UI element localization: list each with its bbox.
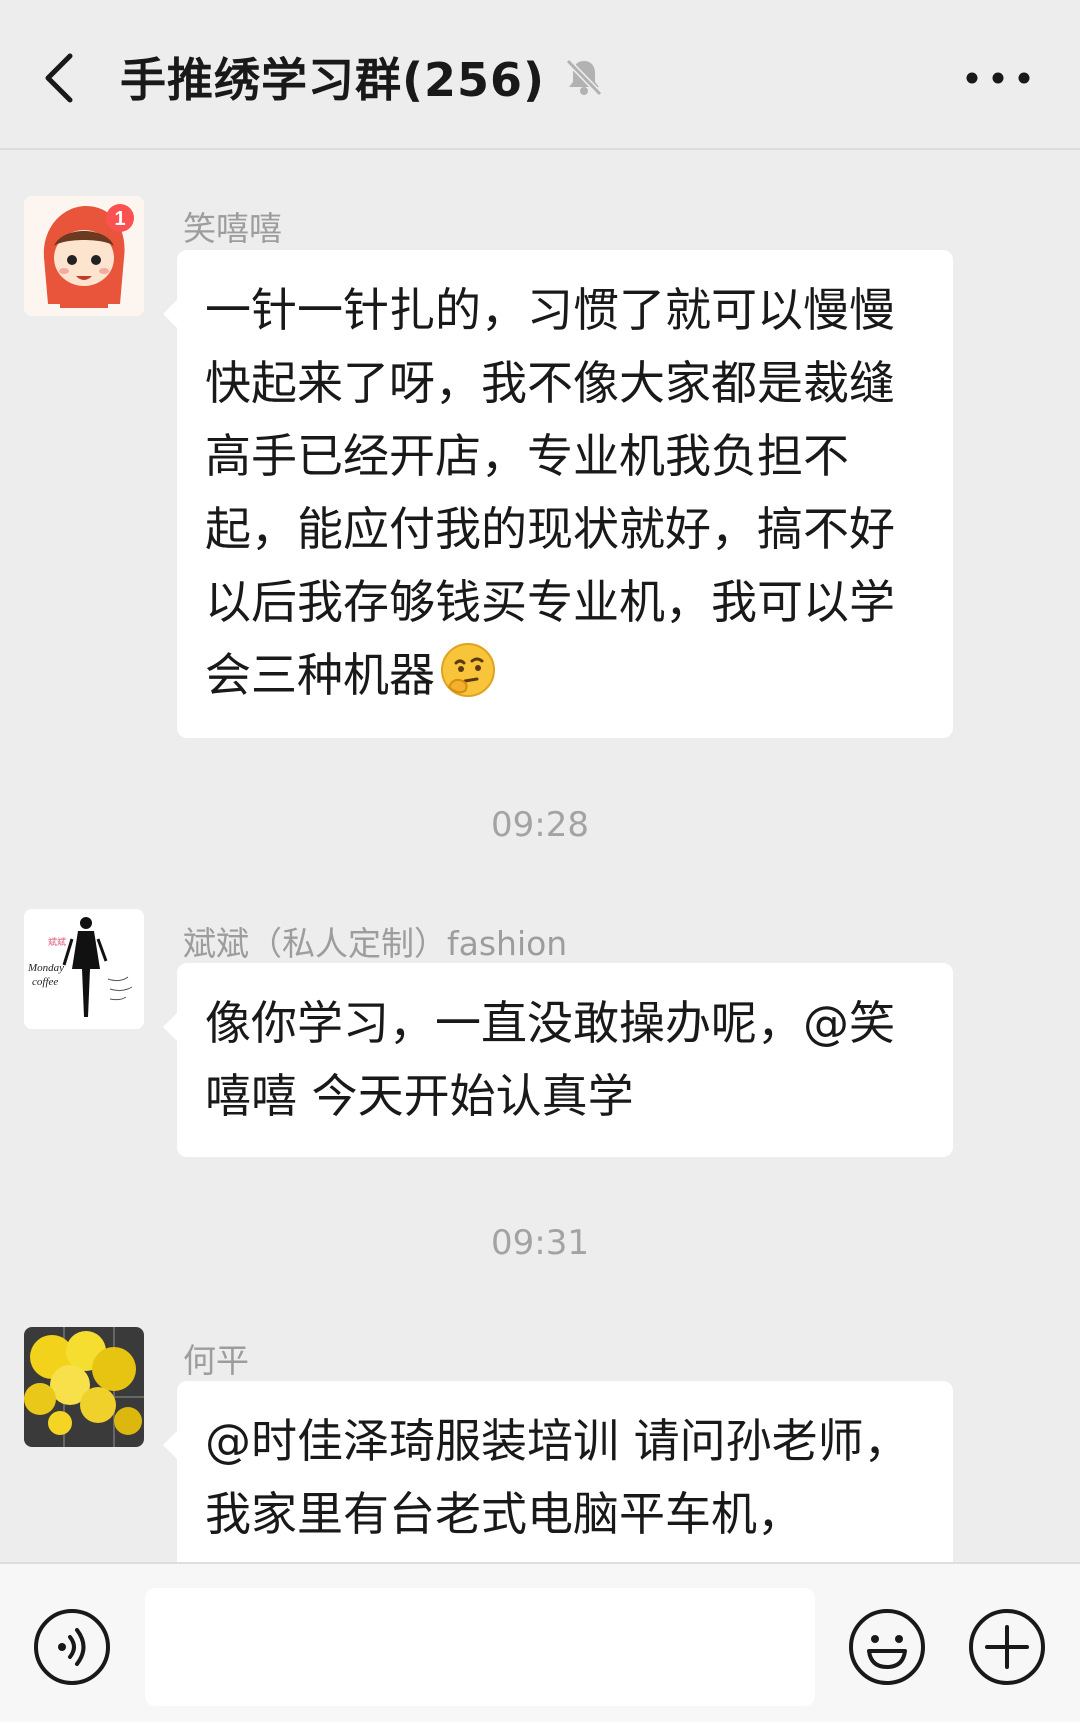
message-text: @时佳泽琦服装培训 请问孙老师，我家里有台老式电脑平车机， [205, 1414, 910, 1541]
message-timestamp: 09:31 [491, 1223, 589, 1263]
sender-name: 笑嘻嘻 [183, 209, 282, 248]
chat-header: 手推绣学习群(256) [0, 0, 1080, 150]
message-bubble[interactable]: 像你学习，一直没敢操办呢，@笑嘻嘻 今天开始认真学 [163, 963, 953, 1157]
svg-text:斌斌: 斌斌 [48, 936, 66, 947]
voice-button[interactable] [32, 1607, 112, 1687]
voice-icon [34, 1609, 110, 1685]
more-dots-icon [966, 72, 1030, 84]
unread-badge: 1 [114, 208, 125, 230]
emoji-button[interactable] [847, 1607, 927, 1687]
avatar-text: Monday [27, 962, 64, 974]
bell-muted-icon [565, 58, 603, 97]
message-input[interactable] [145, 1588, 815, 1706]
message-bubble[interactable]: 一针一针扎的，习惯了就可以慢慢快起来了呀，我不像大家都是裁缝高手已经开店，专业机… [163, 250, 953, 738]
back-button[interactable] [30, 36, 100, 116]
message-timestamp: 09:28 [491, 805, 589, 845]
message-text: 像你学习，一直没敢操办呢，@笑嘻嘻 今天开始认真学 [205, 996, 895, 1123]
sender-name: 何平 [183, 1341, 249, 1380]
fashion-sketch-avatar: 斌斌 Monday coffee [24, 909, 144, 1029]
avatar-text: coffee [32, 976, 58, 988]
input-bar [0, 1562, 1080, 1722]
sender-avatar[interactable] [24, 1327, 144, 1447]
more-functions-button[interactable] [967, 1607, 1047, 1687]
yellow-flowers-avatar [24, 1327, 144, 1447]
thinking-face-emoji [441, 643, 495, 697]
message-text: 一针一针扎的，习惯了就可以慢慢快起来了呀，我不像大家都是裁缝高手已经开店，专业机… [205, 283, 895, 702]
sender-name: 斌斌（私人定制）fashion [183, 924, 568, 963]
chat-title: 手推绣学习群(256) [120, 53, 546, 107]
chevron-left-icon [45, 53, 73, 103]
plus-icon [969, 1609, 1045, 1685]
cartoon-girl-red-hood-avatar: 1 [24, 196, 144, 316]
more-options-button[interactable] [958, 50, 1058, 106]
sender-avatar[interactable]: 斌斌 Monday coffee [24, 909, 144, 1029]
sender-avatar[interactable]: 1 [24, 196, 144, 316]
emoji-icon [849, 1609, 925, 1685]
